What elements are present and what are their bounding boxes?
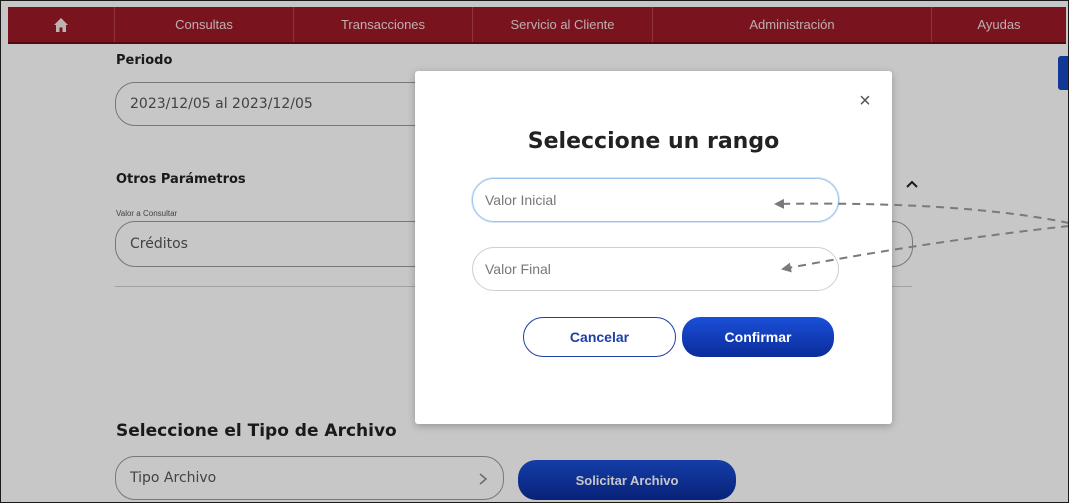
modal-title: Seleccione un rango bbox=[527, 129, 780, 154]
confirm-button[interactable]: Confirmar bbox=[682, 317, 834, 357]
range-modal: × Seleccione un rango Cancelar Confirmar bbox=[415, 71, 892, 424]
valor-inicial-input[interactable] bbox=[472, 178, 839, 222]
valor-final-input[interactable] bbox=[472, 247, 839, 291]
app-frame: Consultas Transacciones Servicio al Clie… bbox=[0, 0, 1069, 503]
close-icon[interactable]: × bbox=[855, 91, 875, 111]
cancel-button[interactable]: Cancelar bbox=[523, 317, 676, 357]
